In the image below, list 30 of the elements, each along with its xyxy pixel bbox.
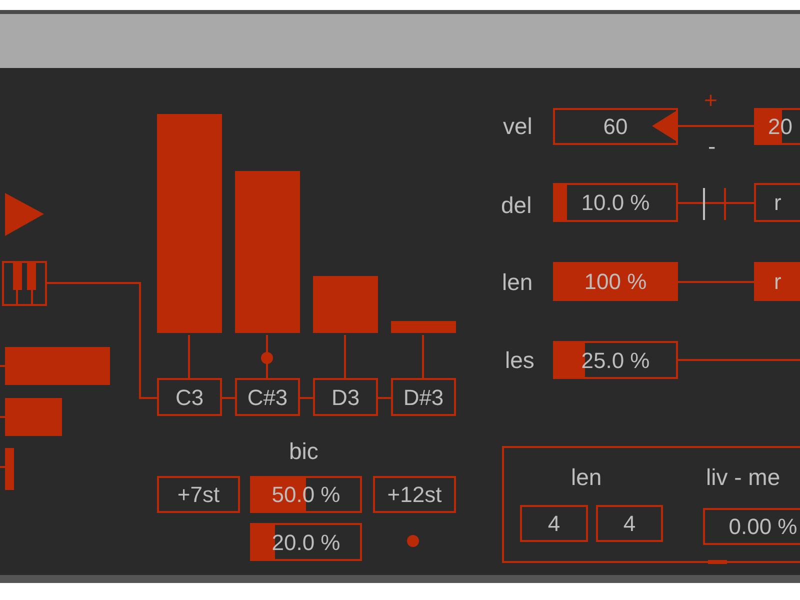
note-bar[interactable]: [313, 276, 378, 333]
note-bar[interactable]: [157, 114, 222, 333]
section-label: liv - me: [706, 466, 780, 489]
number-box[interactable]: 60: [553, 108, 678, 145]
number-box[interactable]: 0.00 %: [703, 508, 800, 545]
piano-icon[interactable]: [2, 261, 47, 306]
interval-button[interactable]: +7st: [157, 476, 240, 513]
row-label: vel: [503, 115, 532, 138]
number-box[interactable]: 4: [596, 505, 663, 542]
note-button[interactable]: D3: [313, 378, 378, 416]
note-button[interactable]: D#3: [391, 378, 456, 416]
play-icon: [5, 193, 44, 236]
section-label: bic: [289, 440, 318, 463]
note-bar[interactable]: [235, 171, 300, 333]
dot-indicator: [407, 535, 419, 547]
section-label: len: [571, 466, 602, 489]
minus-sign: -: [708, 135, 716, 158]
tick-mark: [724, 188, 726, 220]
tick-mark: [703, 188, 705, 220]
note-button[interactable]: C#3: [235, 378, 300, 416]
interval-button[interactable]: +12st: [373, 476, 456, 513]
number-box[interactable]: 4: [520, 505, 588, 542]
note-bar[interactable]: [391, 321, 456, 333]
note-button[interactable]: C3: [157, 378, 222, 416]
percent-slider[interactable]: 10.0 %: [553, 183, 678, 222]
row-label: les: [505, 349, 534, 372]
row-label: len: [502, 271, 533, 294]
row-label: del: [501, 194, 532, 217]
plus-sign: +: [704, 89, 718, 112]
toggle-button[interactable]: r: [754, 183, 800, 222]
